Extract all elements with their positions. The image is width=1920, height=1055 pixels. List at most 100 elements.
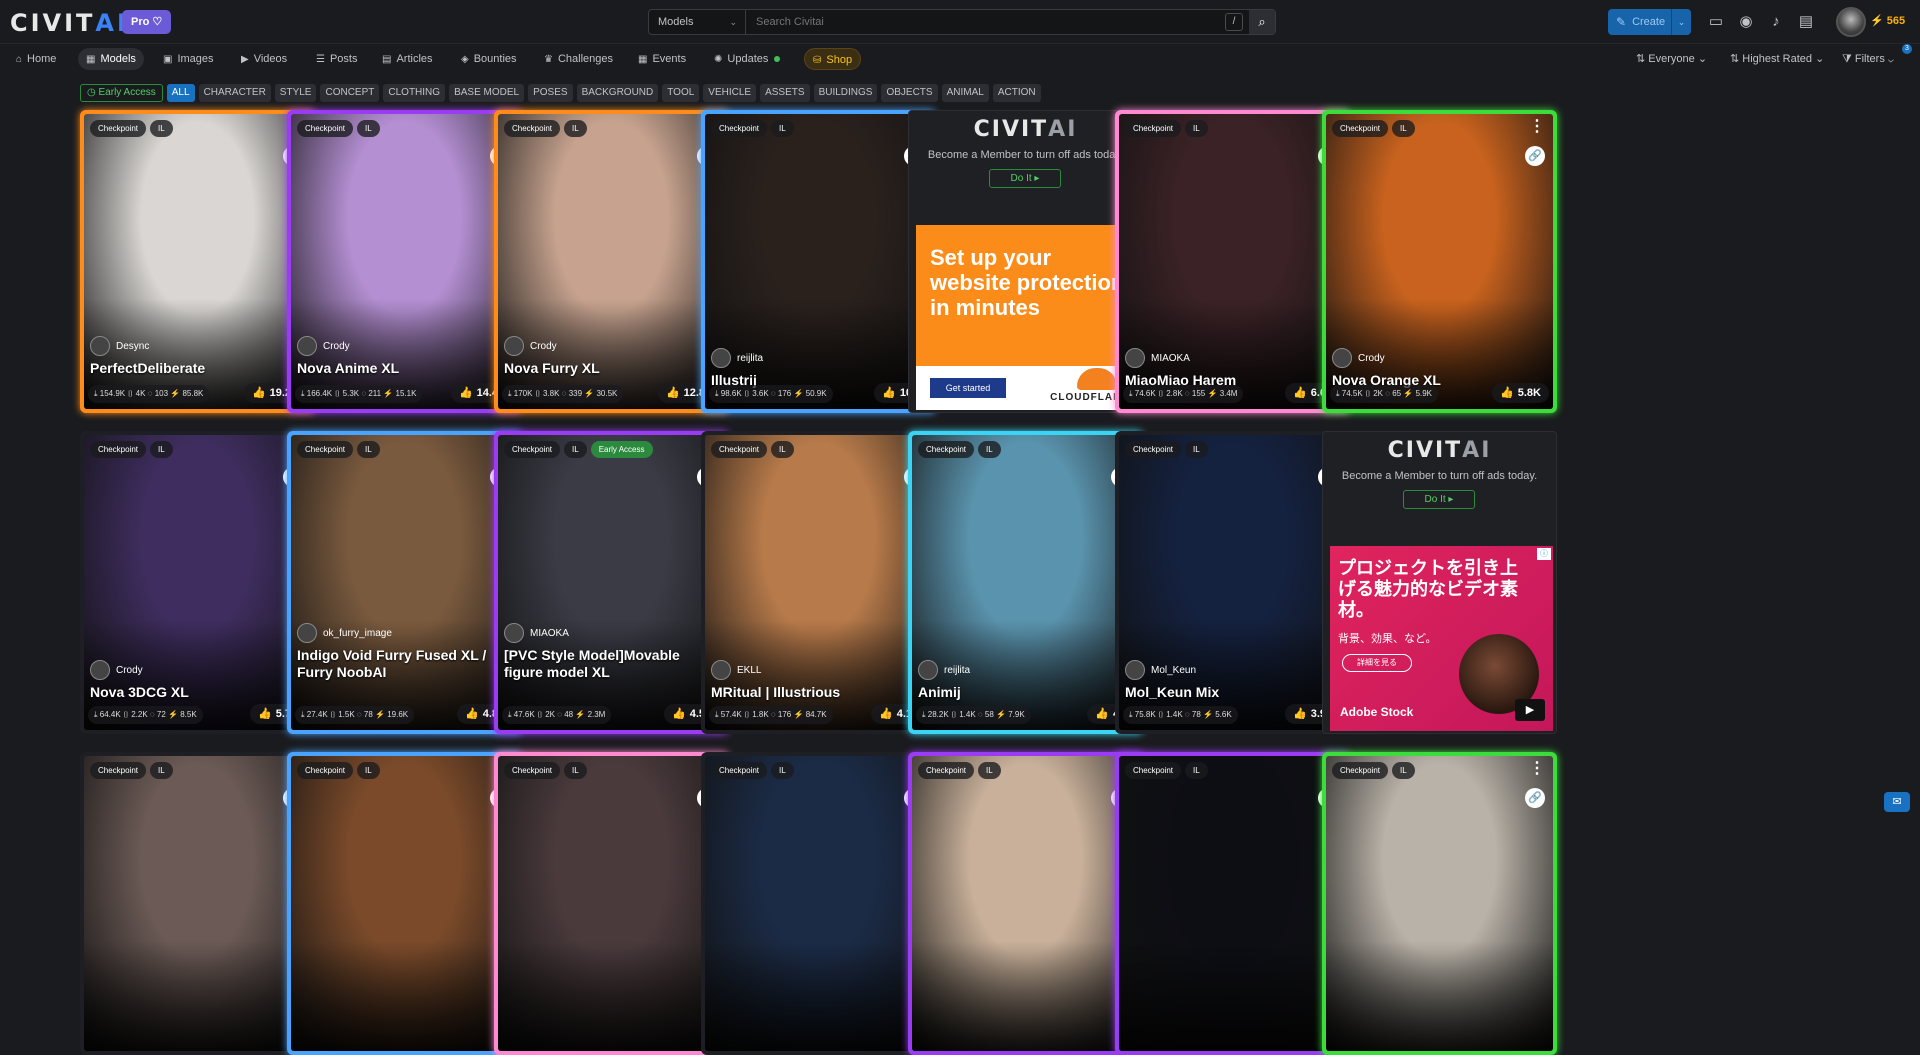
- model-card[interactable]: CheckpointIL⋮🔗reijlitaIllustrij⤓ 98.6K ▯…: [701, 110, 936, 413]
- model-title[interactable]: [PVC Style Model]Movable figure model XL: [504, 647, 719, 681]
- model-card[interactable]: CheckpointIL⋮🔗DesyncPerfectDeliberate⤓ 1…: [80, 110, 315, 413]
- ad-do-it-button[interactable]: Do It ▸: [1403, 490, 1475, 509]
- model-preview-image[interactable]: [498, 756, 725, 1051]
- creator-info[interactable]: ok_furry_image: [297, 623, 392, 643]
- chip-assets[interactable]: ASSETS: [760, 84, 810, 102]
- model-card[interactable]: CheckpointIL⋮🔗: [1115, 752, 1350, 1055]
- nav-home[interactable]: ⌂ Home: [8, 48, 64, 70]
- model-card[interactable]: CheckpointIL⋮🔗CrodyNova Anime XL⤓ 166.4K…: [287, 110, 522, 413]
- chip-poses[interactable]: POSES: [528, 84, 573, 102]
- model-preview-image[interactable]: [705, 756, 932, 1051]
- nav-articles[interactable]: ▤ Articles: [374, 48, 441, 70]
- model-card[interactable]: CheckpointIL⋮🔗reijlitaAnimij⤓ 28.2K ▯ 1.…: [908, 431, 1143, 734]
- model-title[interactable]: Indigo Void Furry Fused XL / Furry NoobA…: [297, 647, 512, 681]
- sort-dropdown[interactable]: ⇅ Highest Rated ⌄: [1730, 48, 1824, 70]
- model-title[interactable]: Animij: [918, 684, 1133, 701]
- nav-events[interactable]: ▦ Events: [630, 48, 694, 70]
- creator-info[interactable]: EKLL: [711, 660, 761, 680]
- model-title[interactable]: Mol_Keun Mix: [1125, 684, 1340, 701]
- civitai-logo[interactable]: CIVITAI: [10, 9, 129, 37]
- model-card[interactable]: CheckpointIL⋮🔗: [701, 752, 936, 1055]
- model-card[interactable]: CheckpointIL⋮🔗MIAOKAMiaoMiao Harem⤓ 74.6…: [1115, 110, 1350, 413]
- chip-early-access[interactable]: ◷ Early Access: [80, 84, 163, 102]
- model-preview-image[interactable]: [84, 756, 311, 1051]
- filters-button[interactable]: ⧩ Filters ⌄: [1842, 48, 1894, 70]
- chip-base-model[interactable]: BASE MODEL: [449, 84, 525, 102]
- more-options-icon[interactable]: ⋮: [1529, 119, 1545, 135]
- ad-cta-button[interactable]: Get started: [930, 378, 1006, 398]
- audience-filter[interactable]: ⇅ Everyone ⌄: [1636, 48, 1707, 70]
- creator-info[interactable]: Crody: [297, 336, 350, 356]
- model-card[interactable]: CheckpointIL⋮🔗: [908, 752, 1143, 1055]
- model-preview-image[interactable]: [912, 756, 1139, 1051]
- chip-all[interactable]: ALL: [166, 84, 195, 102]
- model-preview-image[interactable]: [291, 756, 518, 1051]
- link-icon[interactable]: 🔗: [1525, 146, 1545, 166]
- nav-videos[interactable]: ▶ Videos: [233, 48, 295, 70]
- model-card[interactable]: CheckpointIL⋮🔗: [1322, 752, 1557, 1055]
- model-card[interactable]: CheckpointIL⋮🔗: [80, 752, 315, 1055]
- creator-info[interactable]: Crody: [1332, 348, 1385, 368]
- search-category-select[interactable]: Models ⌄: [649, 10, 746, 34]
- chip-clothing[interactable]: CLOTHING: [383, 84, 446, 102]
- creator-info[interactable]: Mol_Keun: [1125, 660, 1196, 680]
- ad-cta-button[interactable]: 詳細を見る: [1342, 654, 1412, 672]
- chip-animal[interactable]: ANIMAL: [941, 84, 989, 102]
- chip-background[interactable]: BACKGROUND: [576, 84, 659, 102]
- chip-concept[interactable]: CONCEPT: [320, 84, 380, 102]
- creator-info[interactable]: Crody: [90, 660, 143, 680]
- nav-images[interactable]: ▣ Images: [155, 48, 222, 70]
- create-button[interactable]: ✎ Create ⌄: [1608, 9, 1691, 35]
- likes-badge[interactable]: 👍 5.8K: [1492, 383, 1549, 403]
- model-card[interactable]: CheckpointIL⋮🔗EKLLMRitual | Illustrious⤓…: [701, 431, 936, 734]
- model-title[interactable]: Nova Anime XL: [297, 360, 512, 377]
- nav-posts[interactable]: ☰ Posts: [308, 48, 365, 70]
- link-icon[interactable]: 🔗: [1525, 788, 1545, 808]
- model-card[interactable]: CheckpointIL⋮🔗CrodyNova Furry XL⤓ 170K ▯…: [494, 110, 729, 413]
- nav-models[interactable]: ▦ Models: [78, 48, 144, 70]
- more-options-icon[interactable]: ⋮: [1529, 761, 1545, 777]
- creator-info[interactable]: Crody: [504, 336, 557, 356]
- nav-updates[interactable]: ✺ Updates: [706, 48, 788, 70]
- eye-icon[interactable]: ◉: [1736, 12, 1756, 32]
- chip-style[interactable]: STYLE: [274, 84, 317, 102]
- model-card[interactable]: CheckpointILEarly Access⋮🔗MIAOKA[PVC Sty…: [494, 431, 729, 734]
- nav-bounties[interactable]: ◈ Bounties: [453, 48, 525, 70]
- cloudflare-ad-banner[interactable]: ⓘSet up your website protection in minut…: [916, 225, 1139, 410]
- bell-icon[interactable]: ♪: [1766, 12, 1786, 32]
- chip-vehicle[interactable]: VEHICLE: [703, 84, 757, 102]
- creator-info[interactable]: MIAOKA: [504, 623, 569, 643]
- chip-action[interactable]: ACTION: [992, 84, 1041, 102]
- creator-info[interactable]: MIAOKA: [1125, 348, 1190, 368]
- chip-objects[interactable]: OBJECTS: [881, 84, 938, 102]
- creator-info[interactable]: reijlita: [918, 660, 970, 680]
- buzz-balance[interactable]: ⚡ 565: [1870, 14, 1905, 27]
- model-title[interactable]: MRitual | Illustrious: [711, 684, 926, 701]
- chip-buildings[interactable]: BUILDINGS: [813, 84, 878, 102]
- model-preview-image[interactable]: [498, 435, 725, 730]
- model-preview-image[interactable]: [1119, 756, 1346, 1051]
- ad-do-it-button[interactable]: Do It ▸: [989, 169, 1061, 188]
- nav-shop[interactable]: ⛁ Shop: [804, 48, 862, 70]
- model-title[interactable]: PerfectDeliberate: [90, 360, 305, 377]
- model-card[interactable]: CheckpointIL⋮🔗Mol_KeunMol_Keun Mix⤓ 75.8…: [1115, 431, 1350, 734]
- model-card[interactable]: CheckpointIL⋮🔗: [494, 752, 729, 1055]
- model-preview-image[interactable]: [1326, 756, 1553, 1051]
- chip-character[interactable]: CHARACTER: [198, 84, 271, 102]
- model-card[interactable]: CheckpointIL⋮🔗CrodyNova 3DCG XL⤓ 64.4K ▯…: [80, 431, 315, 734]
- creator-info[interactable]: Desync: [90, 336, 149, 356]
- chip-tool[interactable]: TOOL: [662, 84, 700, 102]
- model-card[interactable]: Checkpoint IL ⋮ 🔗 Crody Nova Orange XL ⤓ 74.5K…: [1322, 110, 1557, 413]
- user-avatar[interactable]: [1836, 7, 1866, 37]
- ad-choices-icon[interactable]: ⓘ: [1537, 548, 1551, 560]
- search-button[interactable]: ⌕: [1249, 10, 1275, 34]
- creator-info[interactable]: reijlita: [711, 348, 763, 368]
- adobe-ad-banner[interactable]: ⓘ プロジェクトを引き上げる魅力的なビデオ素材。 背景、効果、など。 詳細を見る Ado…: [1330, 546, 1553, 731]
- model-title[interactable]: Nova Furry XL: [504, 360, 719, 377]
- pro-badge[interactable]: Pro ♡: [122, 10, 172, 34]
- model-card[interactable]: CheckpointIL⋮🔗ok_furry_imageIndigo Void …: [287, 431, 522, 734]
- model-preview-image[interactable]: [291, 435, 518, 730]
- create-dropdown-toggle[interactable]: ⌄: [1671, 9, 1691, 35]
- nav-challenges[interactable]: ♛ Challenges: [536, 48, 621, 70]
- model-card[interactable]: CheckpointIL⋮🔗: [287, 752, 522, 1055]
